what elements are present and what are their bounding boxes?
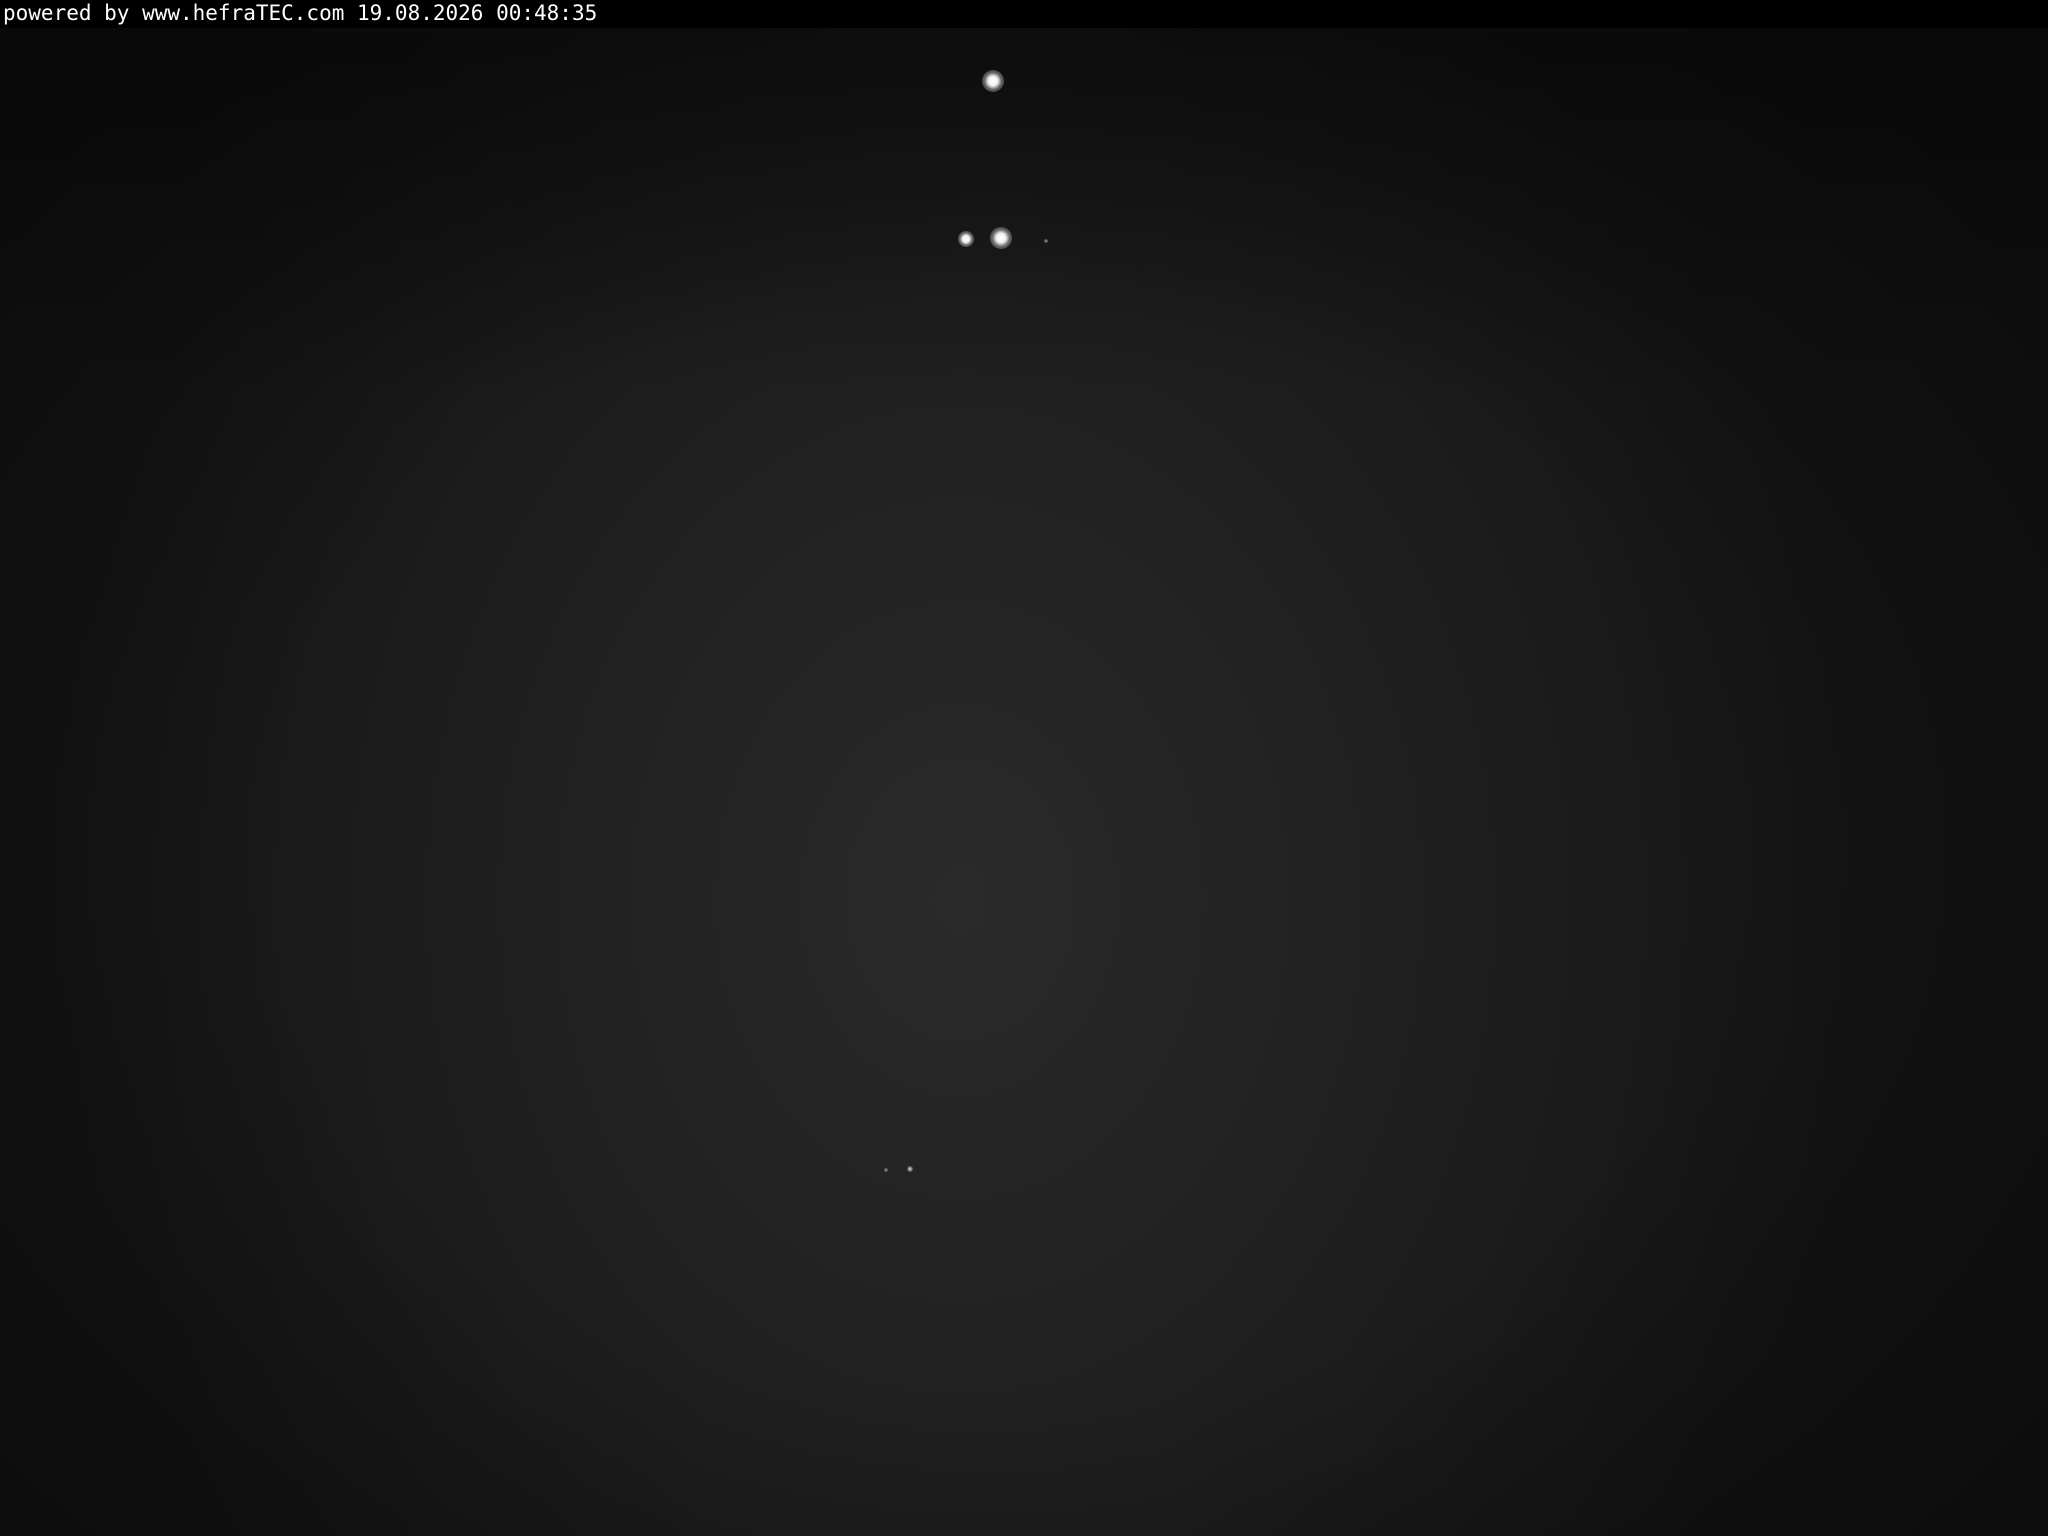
vignette [0,0,2048,1536]
distant-light [907,1166,913,1172]
distant-light [884,1168,888,1172]
timestamp-overlay-text: powered by www.hefraTEC.com 19.08.2026 0… [3,1,598,25]
distant-light [990,227,1012,249]
distant-light [1044,239,1048,243]
webcam-frame: powered by www.hefraTEC.com 19.08.2026 0… [0,0,2048,1536]
distant-light [958,231,974,247]
distant-light [982,70,1004,92]
timestamp-overlay-bar: powered by www.hefraTEC.com 19.08.2026 0… [0,0,2048,28]
